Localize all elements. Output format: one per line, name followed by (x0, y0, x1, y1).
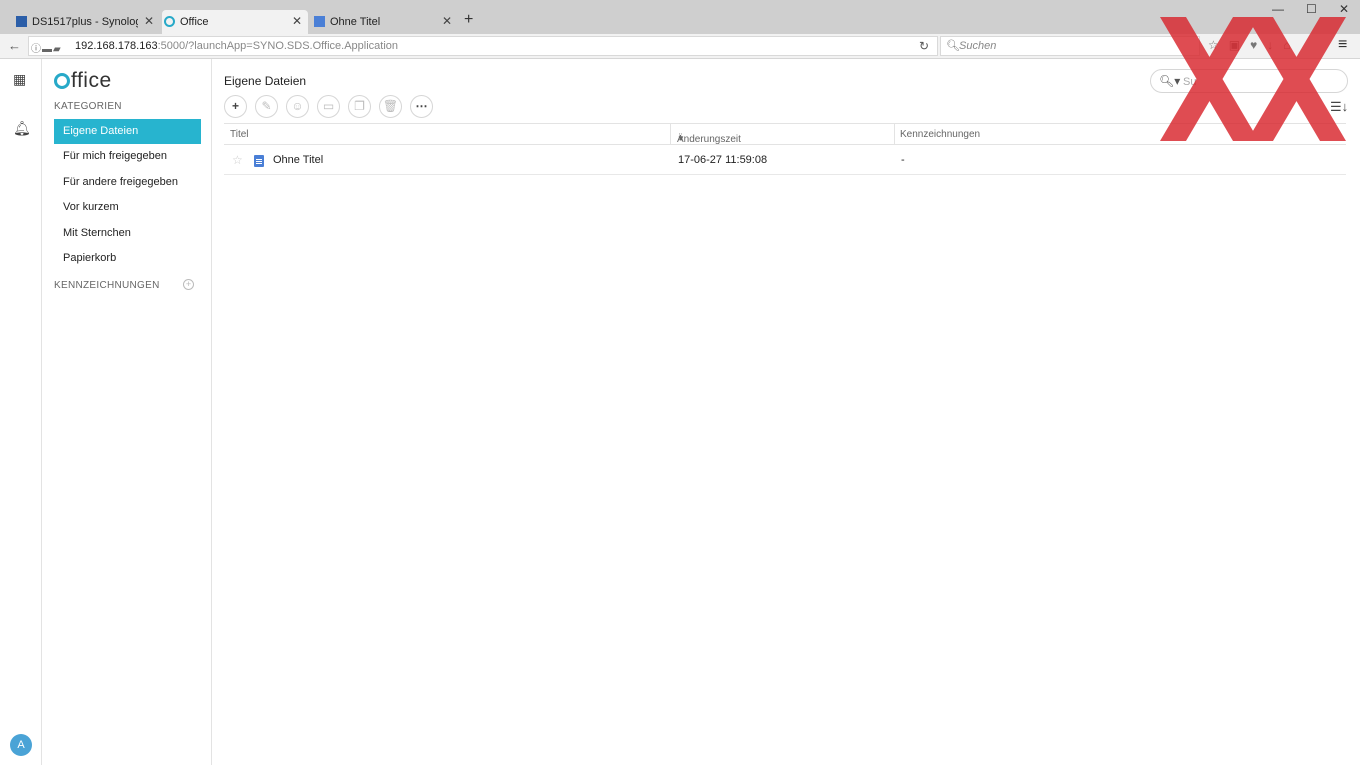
file-tags: - (901, 154, 905, 166)
dsm-icon (16, 16, 27, 27)
copy-icon[interactable]: ❐ (348, 95, 371, 118)
sidebar-item-eigene-dateien[interactable]: Eigene Dateien (54, 119, 201, 144)
document-icon (314, 16, 325, 27)
address-bar[interactable]: ⓘ▬▰ 192.168.178.163:5000/?launchApp=SYNO… (28, 36, 938, 56)
sort-desc-icon: ▼ (677, 134, 685, 143)
column-divider[interactable] (894, 124, 895, 145)
tab-ohne-titel[interactable]: Ohne Titel ✕ (312, 10, 458, 34)
tag-icon[interactable]: ✎ (255, 95, 278, 118)
sidebar-item-papierkorb[interactable]: Papierkorb (54, 246, 201, 271)
office-logo: ffice (54, 69, 112, 93)
avatar[interactable]: A (10, 734, 32, 756)
column-tags[interactable]: Kennzeichnungen (900, 129, 980, 140)
dashboard-icon[interactable]: ▦ (13, 71, 26, 88)
new-tab-button[interactable]: + (464, 12, 473, 28)
create-button[interactable]: + (224, 95, 247, 118)
page-title: Eigene Dateien (224, 74, 307, 88)
sidebar-item-vor-kurzem[interactable]: Vor kurzem (54, 195, 201, 220)
star-icon[interactable]: ☆ (232, 153, 243, 167)
logo-ring-icon (54, 73, 70, 89)
close-icon[interactable]: ✕ (144, 14, 154, 28)
column-title[interactable]: Titel (230, 129, 249, 140)
sidebar-item-fuer-mich-freigegeben[interactable]: Für mich freigegeben (54, 144, 201, 169)
table-row[interactable]: ☆ Ohne Titel 17-06-27 11:59:08 - (224, 146, 1346, 175)
delete-icon[interactable]: 🗑︎ (379, 95, 402, 118)
sidebar-item-fuer-andere-freigegeben[interactable]: Für andere freigegeben (54, 170, 201, 195)
browser-nav-bar: ← ⓘ▬▰ 192.168.178.163:5000/?launchApp=SY… (0, 34, 1360, 59)
tab-office[interactable]: Office ✕ (162, 10, 308, 34)
more-options-icon[interactable]: ⋯ (410, 95, 433, 118)
close-icon[interactable]: ✕ (292, 14, 302, 28)
bell-icon[interactable]: 🔔︎ (13, 120, 31, 137)
share-icon[interactable]: ☺ (286, 95, 309, 118)
search-icon: 🔍︎ (946, 40, 960, 52)
back-arrow-icon[interactable]: ← (8, 38, 21, 53)
xx-watermark-icon (1160, 17, 1346, 141)
column-divider[interactable] (670, 124, 671, 145)
document-icon (254, 155, 264, 167)
site-info-icon[interactable]: ⓘ▬▰ (31, 40, 62, 55)
tab-dsm[interactable]: DS1517plus - Synology Disk ✕ (14, 10, 160, 34)
maximize-icon[interactable]: ☐ (1306, 2, 1317, 16)
move-folder-icon[interactable]: ▭ (317, 95, 340, 118)
reload-icon[interactable]: ↻ (919, 39, 929, 53)
sidebar: ffice KATEGORIEN Eigene Dateien Für mich… (42, 59, 212, 765)
add-tag-icon[interactable]: + (183, 279, 194, 290)
url-text: 192.168.178.163:5000/?launchApp=SYNO.SDS… (75, 40, 399, 52)
window-close-icon[interactable]: ✕ (1339, 2, 1349, 16)
app-rail: ▦ 🔔︎ A (0, 59, 42, 765)
tags-heading: KENNZEICHNUNGEN (54, 280, 160, 291)
file-modified: 17-06-27 11:59:08 (678, 154, 768, 166)
office-icon (164, 16, 175, 27)
sidebar-item-mit-sternchen[interactable]: Mit Sternchen (54, 221, 201, 246)
minimize-icon[interactable]: — (1272, 2, 1284, 16)
browser-tab-bar: DS1517plus - Synology Disk ✕ Office ✕ Oh… (0, 0, 1360, 34)
toolbar: + ✎ ☺ ▭ ❐ 🗑︎ ⋯ (224, 95, 441, 118)
file-title[interactable]: Ohne Titel (273, 154, 323, 166)
main-content: Eigene Dateien + ✎ ☺ ▭ ❐ 🗑︎ ⋯ 🔍︎▾ Su ☰↓ … (212, 59, 1360, 765)
categories-heading: KATEGORIEN (54, 101, 122, 112)
close-icon[interactable]: ✕ (442, 14, 452, 28)
